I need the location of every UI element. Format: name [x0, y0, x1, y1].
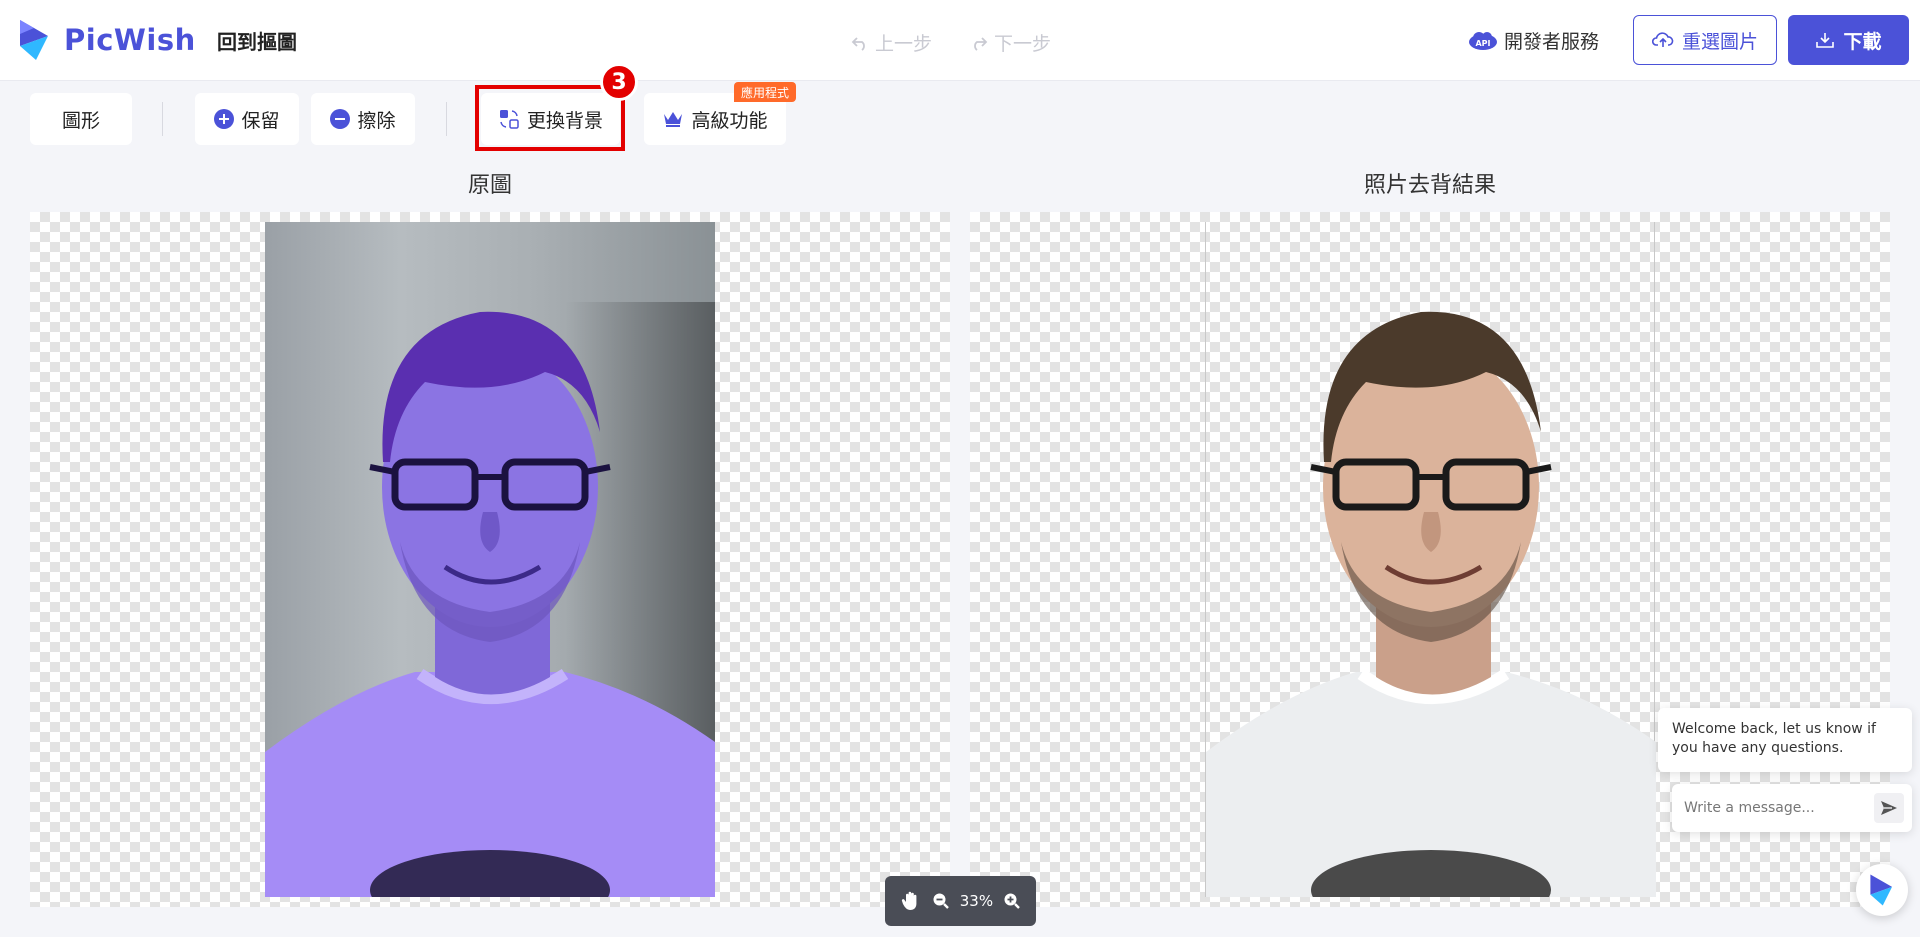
redo-label: 下一步 — [994, 33, 1052, 55]
zoom-controls: 33% — [885, 876, 1036, 926]
shape-tool-label: 圖形 — [61, 109, 100, 132]
brand-name: PicWish — [64, 23, 196, 57]
cloud-upload-icon — [1651, 32, 1674, 47]
download-button[interactable]: 下載 — [1788, 15, 1909, 65]
plus-circle-icon — [214, 109, 235, 129]
app-badge: 應用程式 — [734, 82, 797, 102]
chat-send-button[interactable] — [1874, 793, 1904, 823]
zoom-out-icon[interactable] — [932, 892, 950, 910]
result-image-title: 照片去背結果 — [1363, 173, 1496, 198]
original-photo — [265, 222, 715, 897]
result-photo — [1205, 222, 1656, 897]
chat-launcher-button[interactable] — [1856, 864, 1908, 916]
reselect-image-label: 重選圖片 — [1681, 30, 1758, 53]
undo-button[interactable]: 上一步 — [851, 29, 932, 56]
redo-icon — [974, 36, 988, 51]
minus-circle-icon — [330, 109, 351, 129]
picwish-chat-icon — [1870, 874, 1893, 906]
top-header: PicWish 回到摳圖 上一步 下一步 API 開發者服務 重選圖片 下載 — [0, 0, 1920, 81]
back-to-cutout-link[interactable]: 回到摳圖 — [217, 26, 297, 55]
advanced-features-label: 高級功能 — [691, 109, 768, 132]
step-number-badge: 3 — [600, 63, 638, 101]
erase-tool-button[interactable]: 擦除 — [311, 93, 415, 145]
picwish-logo-icon — [20, 20, 48, 60]
undo-icon — [851, 36, 865, 51]
redo-button[interactable]: 下一步 — [970, 29, 1051, 56]
toolbar-divider — [162, 102, 163, 136]
hand-pan-icon[interactable] — [900, 890, 922, 912]
chat-input-box — [1672, 784, 1912, 832]
download-label: 下載 — [1843, 30, 1882, 53]
keep-tool-label: 保留 — [241, 109, 280, 132]
reselect-image-button[interactable]: 重選圖片 — [1633, 15, 1777, 65]
zoom-in-icon[interactable] — [1003, 892, 1021, 910]
crown-icon — [664, 112, 683, 127]
chat-welcome-message: Welcome back, let us know if you have an… — [1658, 708, 1912, 772]
original-photo-figure — [265, 302, 715, 897]
original-image-title: 原圖 — [467, 173, 512, 198]
result-photo-figure — [1206, 311, 1656, 897]
shape-tool-button[interactable]: 圖形 — [30, 93, 132, 145]
api-badge-text: API — [1475, 39, 1490, 48]
change-background-button[interactable]: 更換背景 — [481, 93, 620, 145]
developer-service-label: 開發者服務 — [1504, 31, 1600, 53]
zoom-level: 33% — [959, 892, 994, 910]
developer-service-link[interactable]: API 開發者服務 — [1468, 27, 1599, 54]
erase-tool-label: 擦除 — [357, 109, 396, 132]
toolbar-divider — [446, 102, 447, 136]
change-background-label: 更換背景 — [526, 109, 603, 132]
undo-label: 上一步 — [875, 33, 933, 55]
picwish-logo[interactable]: PicWish — [18, 18, 196, 62]
change-background-icon — [499, 110, 519, 129]
send-icon — [1881, 801, 1897, 815]
download-icon — [1816, 33, 1835, 48]
api-cloud-icon: API — [1469, 31, 1497, 50]
chat-message-input[interactable] — [1684, 800, 1864, 816]
keep-tool-button[interactable]: 保留 — [195, 93, 299, 145]
original-image-canvas[interactable] — [30, 212, 950, 907]
